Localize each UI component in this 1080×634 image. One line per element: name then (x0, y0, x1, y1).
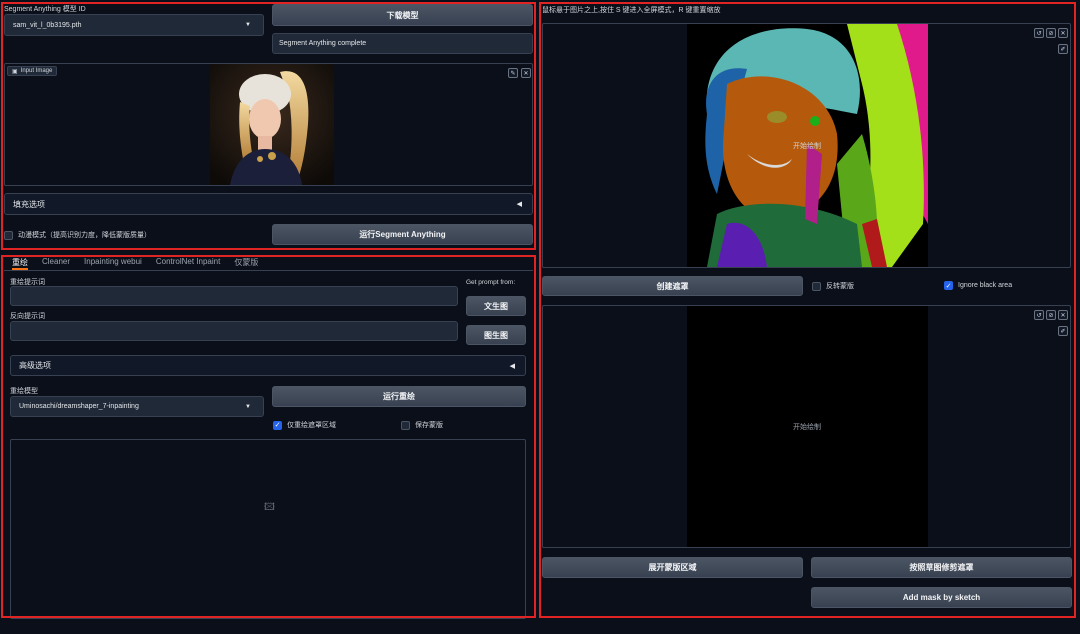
tab-cleaner[interactable]: Cleaner (42, 257, 70, 270)
reset-icon[interactable]: ⊘ (1046, 310, 1056, 320)
tab-controlnet-inpaint[interactable]: ControlNet Inpaint (156, 257, 220, 270)
model-id-dropdown[interactable]: sam_vit_l_0b3195.pth ▼ (4, 14, 264, 36)
invert-mask-checkbox[interactable] (812, 281, 821, 291)
close-icon[interactable]: ✕ (1058, 310, 1068, 320)
input-image-badge: ▣ Input Image (7, 66, 58, 76)
anime-mode-label: 动漫模式（提高识别力度，降低蒙版质量） (18, 232, 151, 239)
model-id-label: Segment Anything 模型 ID (4, 6, 86, 13)
undo-icon[interactable]: ↺ (1034, 310, 1044, 320)
inpaint-model-label: 重绘模型 (10, 388, 38, 395)
create-mask-button[interactable]: 创建遮罩 (542, 276, 803, 296)
inpaint-masked-only-row[interactable]: ✓ 仅重绘遮罩区域 (273, 420, 336, 430)
ignore-black-label: Ignore black area (958, 282, 1013, 289)
advanced-options-label: 高级选项 (19, 361, 51, 370)
caret-left-icon: ◀ (509, 362, 515, 370)
close-icon[interactable]: ✕ (521, 68, 531, 78)
chevron-down-icon: ▼ (245, 22, 251, 28)
prompt-input[interactable] (10, 286, 458, 306)
get-prompt-label: Get prompt from: (466, 279, 516, 286)
anime-mode-checkbox-row[interactable]: 动漫模式（提高识别力度，降低蒙版质量） (4, 230, 151, 240)
invert-mask-row[interactable]: 反转蒙版 (812, 281, 854, 291)
image-placeholder-icon: 🖾 (264, 502, 275, 513)
input-image-panel[interactable]: ▣ Input Image ✎ ✕ (4, 63, 533, 186)
output-image-panel[interactable]: 🖾 (10, 439, 526, 619)
advanced-options-accordion[interactable]: 高级选项 ◀ (10, 355, 526, 376)
status-text: Segment Anything complete (272, 33, 533, 54)
brush-icon[interactable]: ✐ (1058, 44, 1068, 54)
undo-icon[interactable]: ↺ (1034, 28, 1044, 38)
ignore-black-checkbox[interactable]: ✓ (944, 281, 953, 290)
run-sam-button[interactable]: 运行Segment Anything (272, 224, 533, 245)
img2img-button[interactable]: 图生图 (466, 325, 526, 345)
tab-inpaint[interactable]: 重绘 (12, 257, 28, 270)
save-mask-checkbox[interactable] (401, 420, 410, 430)
save-mask-label: 保存蒙版 (415, 422, 443, 429)
reset-icon[interactable]: ⊘ (1046, 28, 1056, 38)
fullscreen-hint: 鼠标悬于图片之上,按住 S 键进入全屏模式，R 键重置缩放 (542, 7, 721, 14)
inpaint-masked-only-checkbox[interactable]: ✓ (273, 420, 282, 430)
fill-options-accordion[interactable]: 填充选项 ◀ (4, 193, 533, 215)
tab-mask-only[interactable]: 仅蒙版 (234, 257, 258, 270)
negative-prompt-input[interactable] (10, 321, 458, 341)
edit-icon[interactable]: ✎ (508, 68, 518, 78)
run-inpaint-button[interactable]: 运行重绘 (272, 386, 526, 407)
start-drawing-label-bottom: 开始绘制 (793, 424, 821, 431)
close-icon[interactable]: ✕ (1058, 28, 1068, 38)
model-id-value: sam_vit_l_0b3195.pth (13, 21, 82, 29)
sam-segmentation-canvas[interactable]: ↺ ⊘ ✕ ✐ 开始绘制 (542, 23, 1071, 268)
trim-mask-by-sketch-button[interactable]: 按照草图修剪遮罩 (811, 557, 1072, 578)
inpaint-model-dropdown[interactable]: Uminosachi/dreamshaper_7-inpainting ▼ (10, 396, 264, 417)
input-image-label: Input Image (20, 68, 53, 74)
input-portrait-image (210, 64, 334, 185)
negative-prompt-label: 反向提示词 (10, 313, 45, 320)
save-mask-row[interactable]: 保存蒙版 (401, 420, 443, 430)
inpaint-tab-bar: 重绘 Cleaner Inpainting webui ControlNet I… (4, 257, 533, 271)
txt2img-button[interactable]: 文生图 (466, 296, 526, 316)
chevron-down-icon: ▼ (245, 403, 251, 410)
start-drawing-label-top: 开始绘制 (793, 143, 821, 150)
expand-mask-button[interactable]: 展开蒙版区域 (542, 557, 803, 578)
download-model-button[interactable]: 下载模型 (272, 4, 533, 26)
add-mask-by-sketch-button[interactable]: Add mask by sketch (811, 587, 1072, 608)
inpaint-masked-only-label: 仅重绘遮罩区域 (287, 422, 336, 429)
caret-left-icon: ◀ (516, 201, 522, 208)
inpaint-model-value: Uminosachi/dreamshaper_7-inpainting (19, 403, 139, 410)
invert-mask-label: 反转蒙版 (826, 283, 854, 290)
brush-icon[interactable]: ✐ (1058, 326, 1068, 336)
fill-options-label: 填充选项 (13, 199, 45, 209)
mask-sketch-canvas[interactable]: ↺ ⊘ ✕ ✐ 开始绘制 (542, 305, 1071, 548)
image-icon: ▣ (12, 68, 18, 75)
anime-mode-checkbox[interactable] (4, 230, 13, 240)
ignore-black-row[interactable]: ✓ Ignore black area (944, 281, 1012, 290)
tab-inpainting-webui[interactable]: Inpainting webui (84, 257, 142, 270)
